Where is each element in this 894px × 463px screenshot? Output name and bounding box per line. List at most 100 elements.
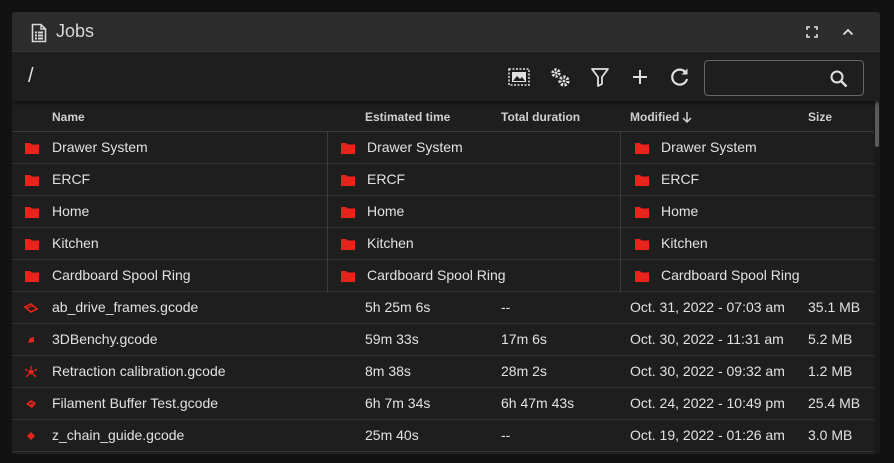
folder-icon — [25, 271, 39, 282]
column-divider — [620, 228, 621, 260]
folder-icon — [25, 175, 39, 186]
folder-row[interactable]: Kitchen Kitchen Kitchen — [12, 228, 874, 260]
file-modified: Oct. 30, 2022 - 11:31 am — [630, 331, 784, 347]
jobs-card: Jobs / Name Estimated time Total duratio… — [12, 12, 880, 454]
column-divider — [327, 196, 328, 228]
file-size: 3.0 MB — [808, 427, 853, 443]
file-total-duration: -- — [501, 299, 511, 315]
file-total-duration: -- — [501, 427, 511, 443]
folder-icon — [635, 175, 649, 186]
magnify-icon[interactable] — [829, 69, 849, 89]
folder-name: Cardboard Spool Ring — [367, 267, 506, 283]
refresh-icon[interactable] — [668, 65, 692, 89]
folder-name: Cardboard Spool Ring — [661, 267, 800, 283]
folder-name: ERCF — [52, 171, 91, 187]
file-name: 3DBenchy.gcode — [52, 331, 158, 347]
column-size-header[interactable]: Size — [808, 110, 832, 124]
folder-icon — [635, 239, 649, 250]
file-size: 25.4 MB — [808, 395, 861, 411]
gcode-thumbnail-icon — [24, 303, 38, 313]
file-row[interactable]: z_chain_guide.gcode 25m 40s -- Oct. 19, … — [12, 420, 874, 452]
folder-icon — [635, 207, 649, 218]
file-name: Filament Buffer Test.gcode — [52, 395, 219, 411]
file-estimated-time: 8m 38s — [365, 363, 411, 379]
folder-name: Kitchen — [661, 235, 708, 251]
folder-icon — [341, 207, 355, 218]
column-divider — [327, 228, 328, 260]
column-divider — [327, 260, 328, 292]
arrow-down-icon — [682, 112, 692, 123]
fullscreen-icon[interactable] — [802, 22, 822, 42]
folder-icon — [25, 207, 39, 218]
file-name: ab_drive_frames.gcode — [52, 299, 199, 315]
chevron-up-icon[interactable] — [838, 22, 858, 42]
gcode-thumbnail-icon — [24, 366, 38, 378]
search-input[interactable] — [704, 60, 864, 96]
scrollbar[interactable] — [874, 101, 880, 454]
folder-row[interactable]: ERCF ERCF ERCF — [12, 164, 874, 196]
file-estimated-time: 5h 25m 6s — [365, 299, 431, 315]
filter-icon[interactable] — [588, 65, 612, 89]
cogs-icon[interactable] — [548, 65, 572, 89]
folder-name: Drawer System — [367, 139, 463, 155]
column-divider — [327, 164, 328, 196]
folder-icon — [341, 143, 355, 154]
gcode-thumbnail-icon — [28, 337, 34, 343]
file-modified: Oct. 24, 2022 - 10:49 pm — [630, 395, 785, 411]
folder-icon — [25, 143, 39, 154]
folder-name: Home — [367, 203, 405, 219]
folder-name: Cardboard Spool Ring — [52, 267, 191, 283]
folder-name: ERCF — [367, 171, 406, 187]
file-modified: Oct. 31, 2022 - 07:03 am — [630, 299, 785, 315]
file-modified: Oct. 30, 2022 - 09:32 am — [630, 363, 785, 379]
file-total-duration: 28m 2s — [501, 363, 547, 379]
folder-name: Kitchen — [52, 235, 99, 251]
plus-icon[interactable] — [628, 65, 652, 89]
folder-name: Home — [661, 203, 699, 219]
file-row[interactable]: Filament Buffer Test.gcode 6h 7m 34s 6h … — [12, 388, 874, 420]
file-name: z_chain_guide.gcode — [52, 427, 185, 443]
folder-name: ERCF — [661, 171, 700, 187]
card-header: Jobs — [12, 12, 880, 52]
file-list: Drawer System Drawer System Drawer Syste… — [12, 132, 874, 452]
gcode-thumbnail-icon — [27, 432, 35, 440]
gcode-thumbnail-icon — [26, 400, 36, 408]
column-divider — [620, 260, 621, 292]
column-estimated-time-header[interactable]: Estimated time — [365, 110, 450, 124]
folder-icon — [341, 239, 355, 250]
column-divider — [620, 132, 621, 164]
file-total-duration: 6h 47m 43s — [501, 395, 575, 411]
folder-row[interactable]: Home Home Home — [12, 196, 874, 228]
file-name: Retraction calibration.gcode — [52, 363, 226, 379]
current-path: / — [28, 65, 34, 87]
folder-name: Drawer System — [661, 139, 757, 155]
folder-icon — [25, 239, 39, 250]
column-modified-label: Modified — [630, 110, 680, 124]
card-title: Jobs — [56, 21, 95, 41]
scrollbar-thumb[interactable] — [875, 101, 879, 147]
file-estimated-time: 25m 40s — [365, 427, 419, 443]
folder-icon — [635, 143, 649, 154]
folder-row[interactable]: Drawer System Drawer System Drawer Syste… — [12, 132, 874, 164]
file-row[interactable]: Retraction calibration.gcode 8m 38s 28m … — [12, 356, 874, 388]
column-divider — [620, 196, 621, 228]
folder-icon — [341, 175, 355, 186]
folder-icon — [341, 271, 355, 282]
file-size: 1.2 MB — [808, 363, 853, 379]
file-row[interactable]: ab_drive_frames.gcode 5h 25m 6s -- Oct. … — [12, 292, 874, 324]
column-name-header[interactable]: Name — [52, 110, 85, 124]
folder-row[interactable]: Cardboard Spool Ring Cardboard Spool Rin… — [12, 260, 874, 292]
file-size: 5.2 MB — [808, 331, 853, 347]
image-view-icon[interactable] — [507, 65, 531, 89]
toolbar: / — [12, 53, 880, 101]
file-estimated-time: 59m 33s — [365, 331, 419, 347]
column-modified-header[interactable]: Modified — [630, 110, 693, 124]
file-modified: Oct. 19, 2022 - 01:26 am — [630, 427, 785, 443]
file-row[interactable]: 3DBenchy.gcode 59m 33s 17m 6s Oct. 30, 2… — [12, 324, 874, 356]
folder-name: Kitchen — [367, 235, 414, 251]
table-header: Name Estimated time Total duration Modif… — [12, 101, 874, 132]
column-divider — [620, 164, 621, 196]
column-total-duration-header[interactable]: Total duration — [501, 110, 580, 124]
file-estimated-time: 6h 7m 34s — [365, 395, 431, 411]
folder-icon — [635, 271, 649, 282]
